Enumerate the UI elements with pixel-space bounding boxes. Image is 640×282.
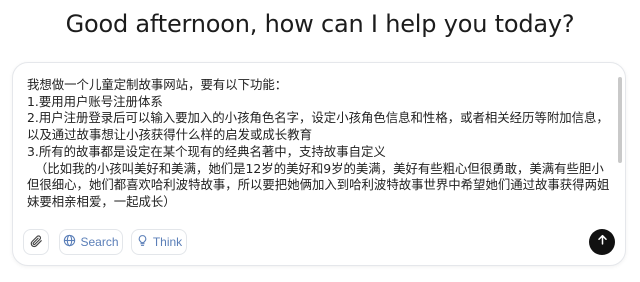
search-button[interactable]: Search [59, 229, 123, 255]
paperclip-icon [29, 234, 43, 251]
search-button-label: Search [80, 235, 119, 249]
prompt-input[interactable]: 我想做一个儿童定制故事网站，要有以下功能： 1.要用用户账号注册体系 2.用户注… [27, 77, 613, 229]
think-button-label: Think [152, 235, 183, 249]
prompt-composer: 我想做一个儿童定制故事网站，要有以下功能： 1.要用用户账号注册体系 2.用户注… [12, 62, 626, 266]
think-button[interactable]: Think [131, 229, 187, 255]
attach-button[interactable] [23, 229, 49, 255]
page-title: Good afternoon, how can I help you today… [65, 10, 575, 38]
globe-icon [63, 234, 76, 250]
composer-toolbar: Search Think [23, 229, 615, 255]
scrollbar-thumb[interactable] [618, 77, 622, 163]
send-button[interactable] [589, 229, 615, 255]
scrollbar[interactable] [618, 73, 622, 223]
arrow-up-icon [596, 233, 609, 251]
sparkle-bulb-icon [136, 234, 149, 250]
